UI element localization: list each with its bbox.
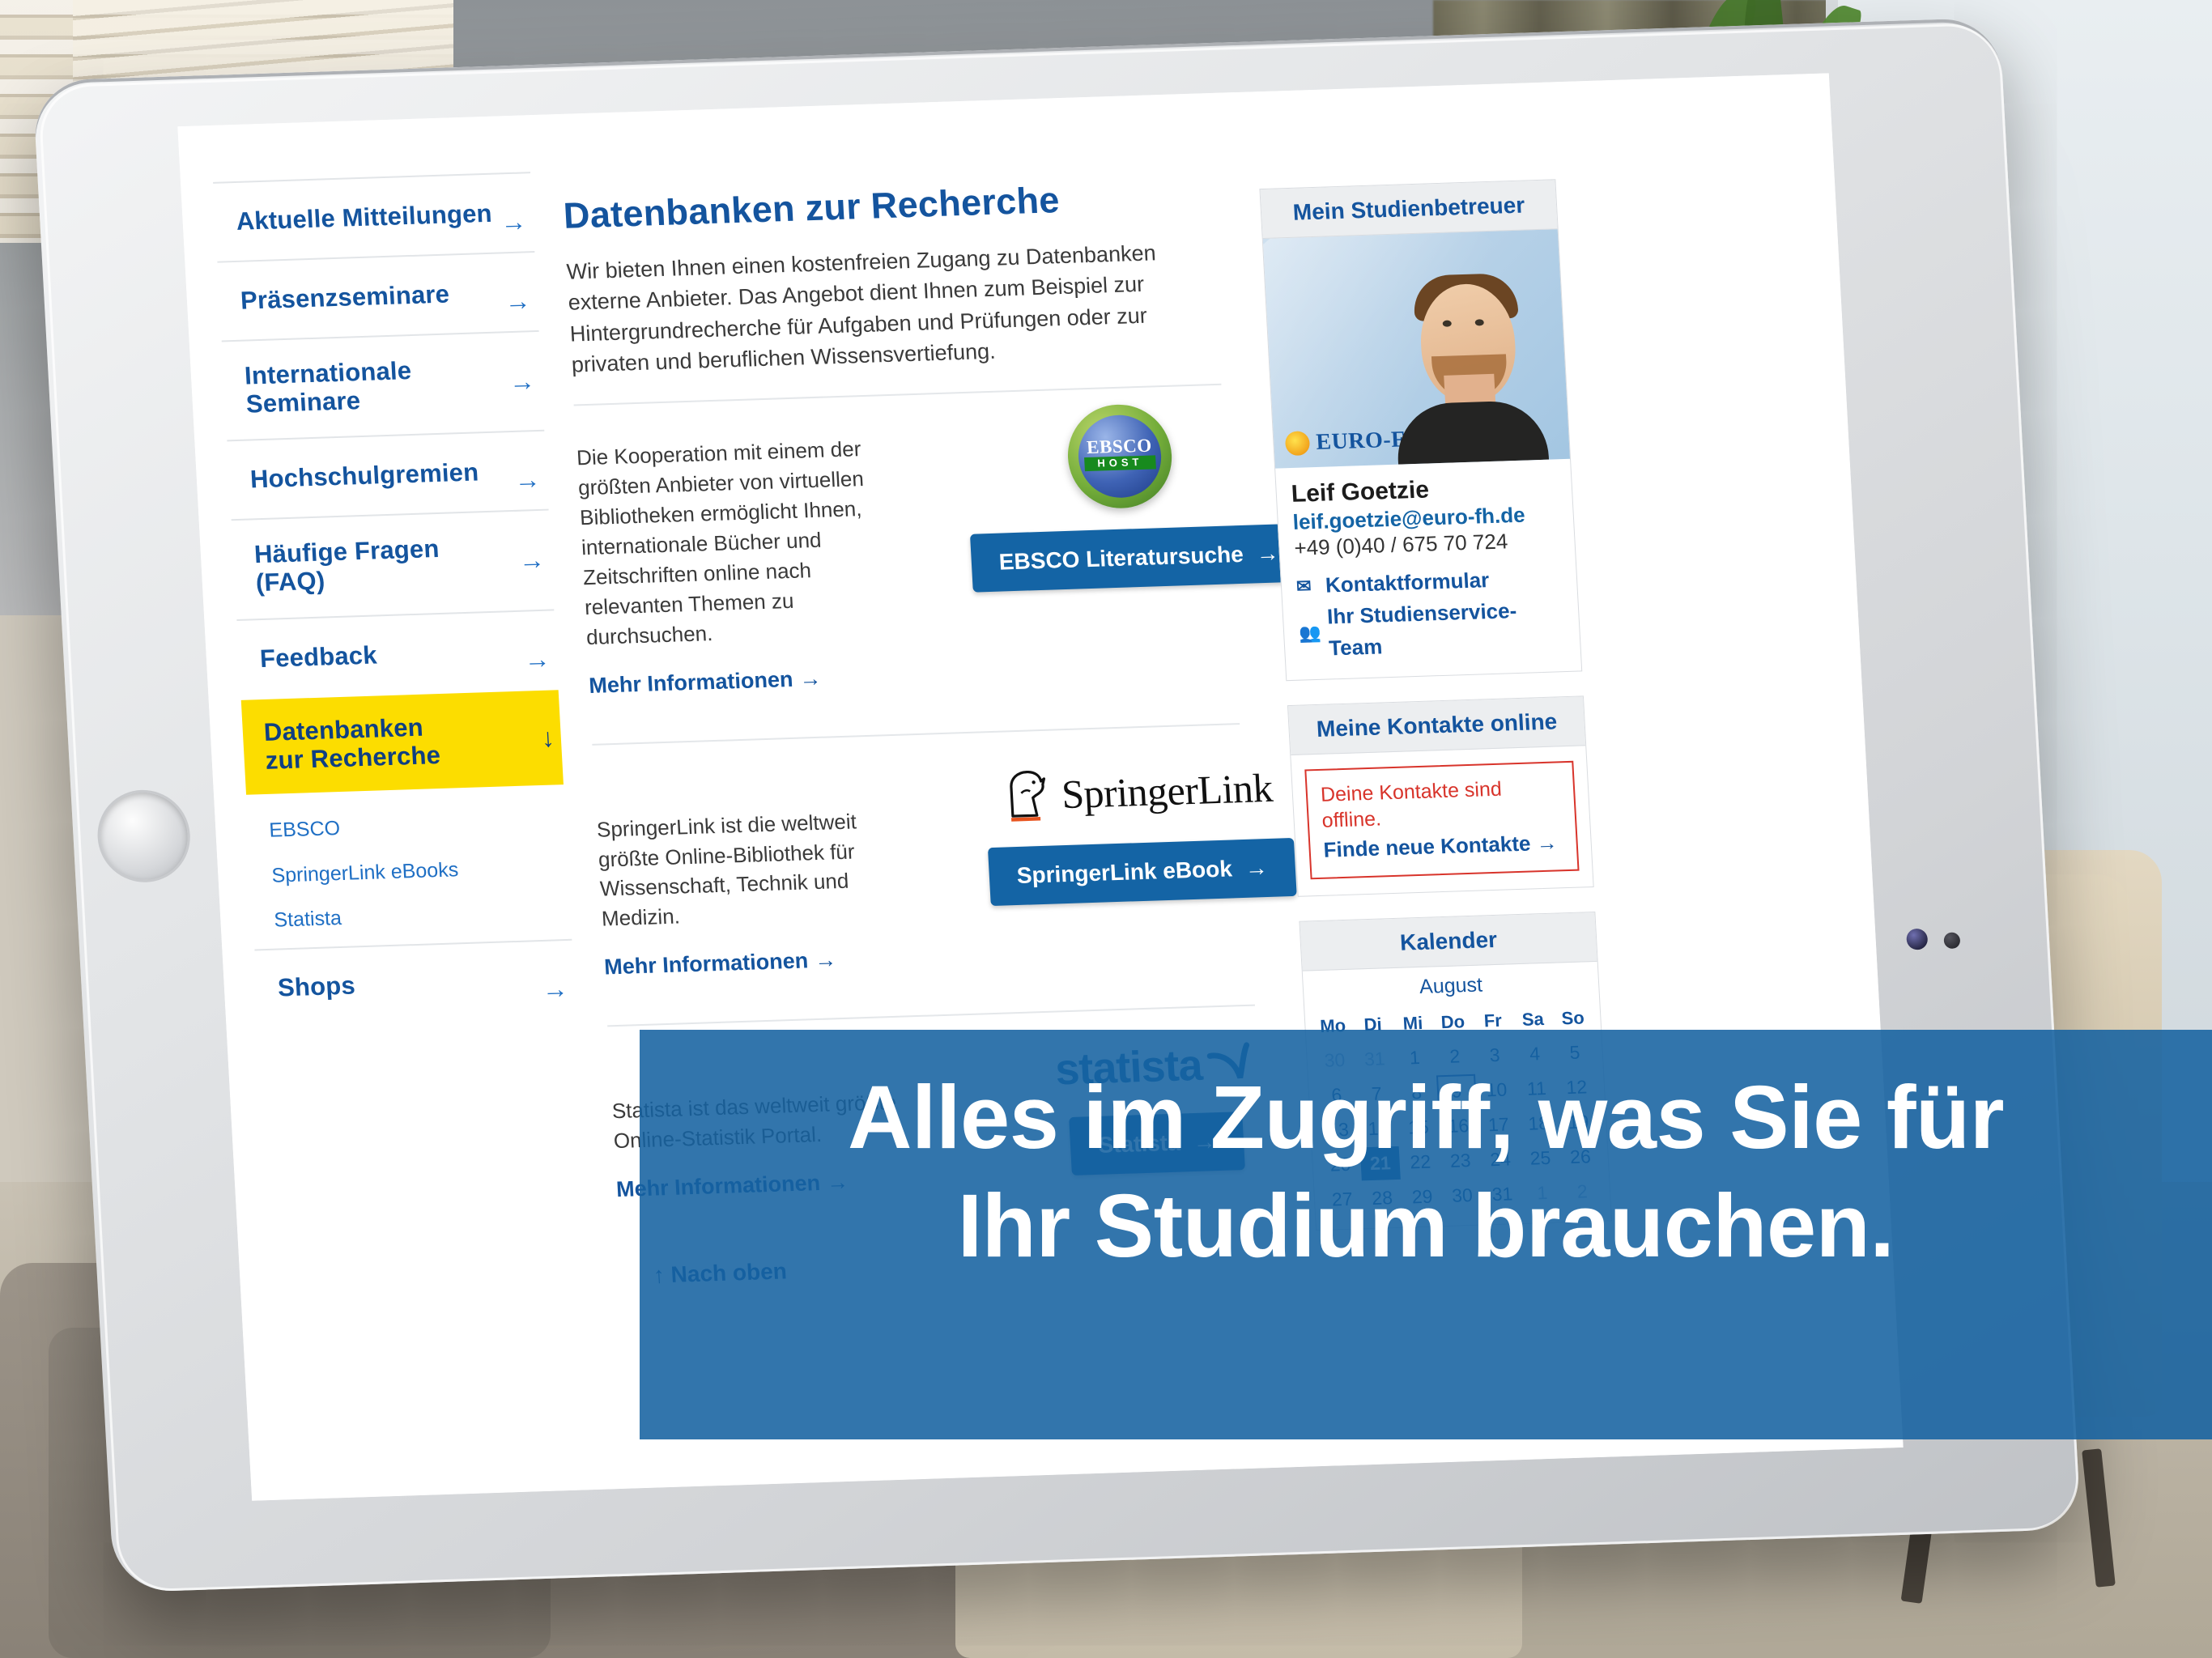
promo-overlay-text: Alles im Zugriff, was Sie für Ihr Studiu…: [640, 1064, 2212, 1281]
sidebar-item-haeufige-fragen[interactable]: Häufige Fragen (FAQ) →: [231, 509, 555, 619]
ebsco-literatursuche-button[interactable]: EBSCO Literatursuche →: [969, 523, 1308, 593]
sidebar-subitem-statista[interactable]: Statista: [273, 891, 551, 945]
envelope-icon: ✉: [1295, 575, 1312, 597]
promo-overlay-banner: Alles im Zugriff, was Sie für Ihr Studiu…: [640, 1030, 2212, 1439]
sidebar-item-praesenzseminare[interactable]: Präsenzseminare →: [217, 251, 539, 341]
promo-line-1: Alles im Zugriff, was Sie für: [847, 1068, 2005, 1167]
database-description: SpringerLink ist die weltweit größte Onl…: [596, 809, 857, 931]
sidebar-item-hochschulgremien[interactable]: Hochschulgremien →: [227, 430, 549, 520]
contacts-offline-text: Deine Kontakte sind offline.: [1320, 777, 1503, 833]
sidebar-item-aktuelle-mitteilungen[interactable]: Aktuelle Mitteilungen →: [213, 172, 535, 261]
sidebar-item-label: Internationale Seminare: [244, 356, 413, 419]
database-block-ebsco: Die Kooperation mit einem der größten An…: [574, 385, 1308, 778]
screenshot-root: Aktuelle Mitteilungen → Präsenzseminare …: [0, 0, 2212, 1658]
sidebar-item-label: Hochschulgremien: [249, 457, 480, 494]
kontaktformular-label: Kontaktformular: [1325, 567, 1490, 597]
ebsco-logo-name: EBSCO: [1086, 435, 1153, 458]
arrow-right-icon: →: [523, 644, 551, 674]
arrow-right-icon: →: [798, 665, 823, 691]
more-info-link-springerlink[interactable]: Mehr Informationen →: [603, 948, 837, 980]
more-info-link-ebsco[interactable]: Mehr Informationen →: [589, 665, 823, 698]
chevron-down-icon: ↓: [540, 722, 555, 752]
arrow-right-icon: →: [541, 973, 569, 1004]
arrow-right-icon: →: [1535, 830, 1559, 856]
studienservice-team-label: Ihr Studienservice-Team: [1326, 597, 1517, 661]
arrow-right-icon: →: [517, 545, 546, 576]
intro-paragraph: Wir bieten Ihnen einen kostenfreien Zuga…: [565, 240, 1157, 377]
sidebar-item-datenbanken-zur-recherche[interactable]: Datenbanken zur Recherche ↓: [240, 690, 564, 796]
avatar: [1387, 248, 1550, 465]
sidebar-item-feedback[interactable]: Feedback →: [236, 609, 559, 699]
promo-line-2: Ihr Studium brauchen.: [957, 1176, 1895, 1277]
arrow-right-icon: →: [500, 206, 528, 237]
springerlink-ebook-button[interactable]: SpringerLink eBook →: [987, 837, 1297, 906]
arrow-right-icon: →: [508, 366, 536, 397]
sun-icon: [1284, 431, 1311, 457]
page-title: Datenbanken zur Recherche: [562, 179, 1061, 236]
sidebar-item-internationale-seminare[interactable]: Internationale Seminare →: [221, 329, 545, 440]
sidebar-item-label: Präsenzseminare: [240, 279, 450, 315]
arrow-right-icon: →: [504, 286, 532, 317]
advisor-card: Mein Studienbetreuer EURO-FH Leif Goetzi…: [1259, 179, 1583, 682]
sidebar-item-label: Feedback: [259, 640, 378, 673]
studienservice-team-link[interactable]: 👥 Ihr Studienservice-Team: [1297, 593, 1566, 665]
springerlink-logo: SpringerLink: [983, 760, 1293, 823]
sidebar-item-label: Shops: [277, 971, 356, 1002]
springerlink-wordmark: SpringerLink: [1060, 764, 1274, 817]
contacts-card: Meine Kontakte online Deine Kontakte sin…: [1287, 695, 1594, 897]
find-new-contacts-link[interactable]: Finde neue Kontakte →: [1323, 830, 1559, 862]
divider: [607, 1004, 1256, 1027]
divider: [592, 722, 1240, 746]
ebsco-logo: EBSCO HOST: [1065, 403, 1175, 511]
springer-horse-icon: [1002, 767, 1052, 823]
sidebar-item-label: Aktuelle Mitteilungen: [235, 198, 493, 236]
advisor-photo: EURO-FH: [1262, 229, 1571, 469]
sidebar-subitems: EBSCO SpringerLink eBooks Statista: [246, 784, 572, 949]
ebsco-logo-sub: HOST: [1084, 455, 1156, 471]
people-icon: 👥: [1298, 623, 1322, 644]
arrow-right-icon: →: [1255, 540, 1280, 567]
database-description: Die Kooperation mit einem der größten An…: [576, 436, 865, 649]
sidebar-navigation: Aktuelle Mitteilungen → Präsenzseminare …: [213, 172, 576, 1029]
sidebar-item-label: Datenbanken zur Recherche: [262, 712, 441, 775]
sidebar-item-label: Häufige Fragen (FAQ): [253, 534, 440, 597]
database-block-springerlink: SpringerLink ist die weltweit größte Onl…: [594, 757, 1297, 1060]
arrow-right-icon: →: [814, 947, 837, 973]
sidebar-item-shops[interactable]: Shops →: [254, 938, 576, 1029]
arrow-right-icon: →: [1244, 854, 1269, 881]
arrow-right-icon: →: [513, 465, 542, 495]
contacts-offline-box: Deine Kontakte sind offline. Finde neue …: [1304, 760, 1580, 880]
